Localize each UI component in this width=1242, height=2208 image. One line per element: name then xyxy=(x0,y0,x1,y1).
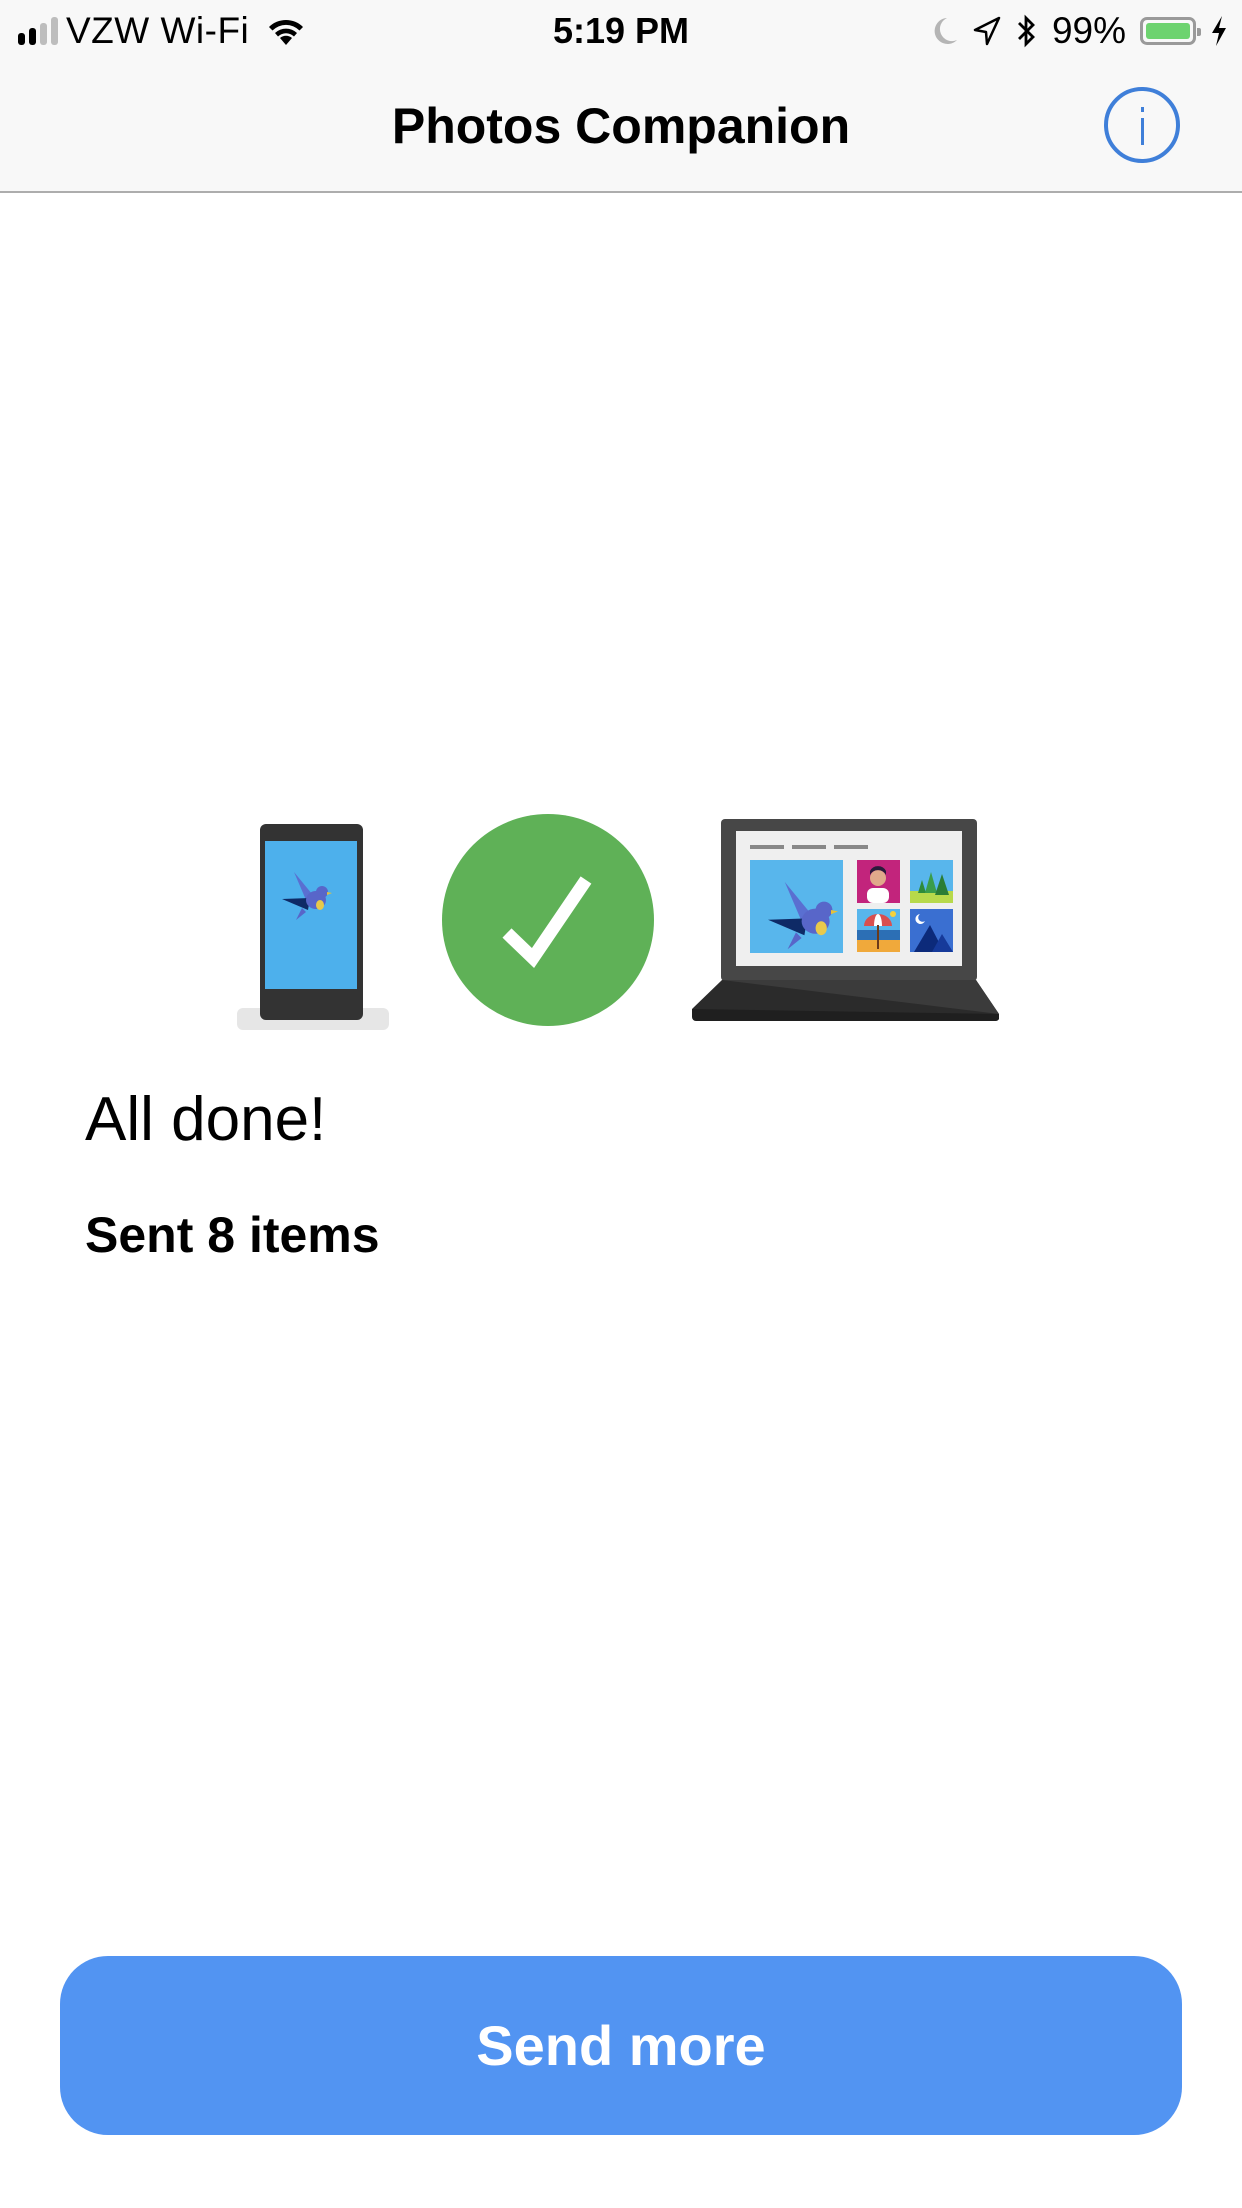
status-bar: VZW Wi-Fi 5:19 PM 99% xyxy=(0,0,1242,62)
bluetooth-icon xyxy=(1017,14,1035,48)
status-bar-right: 99% xyxy=(932,8,1228,54)
sent-count-label: Sent 8 items xyxy=(85,1207,380,1263)
battery-percent: 99% xyxy=(1051,10,1126,51)
info-button[interactable] xyxy=(1104,87,1180,163)
charging-bolt-icon xyxy=(1212,16,1226,46)
phone-icon xyxy=(237,824,389,1030)
page-title: Photos Companion xyxy=(391,98,851,154)
battery-level-fill xyxy=(1146,23,1190,39)
completion-heading: All done! xyxy=(85,1085,327,1154)
navigation-bar: Photos Companion xyxy=(0,62,1242,193)
send-more-button[interactable]: Send more xyxy=(60,1956,1182,2135)
checkmark-circle-icon xyxy=(442,814,654,1026)
transfer-complete-illustration xyxy=(237,814,999,1030)
location-arrow-icon xyxy=(973,16,1001,46)
laptop-icon xyxy=(692,819,999,1022)
battery-icon xyxy=(1140,17,1201,45)
moon-icon xyxy=(934,18,957,44)
battery-nub xyxy=(1197,28,1201,36)
